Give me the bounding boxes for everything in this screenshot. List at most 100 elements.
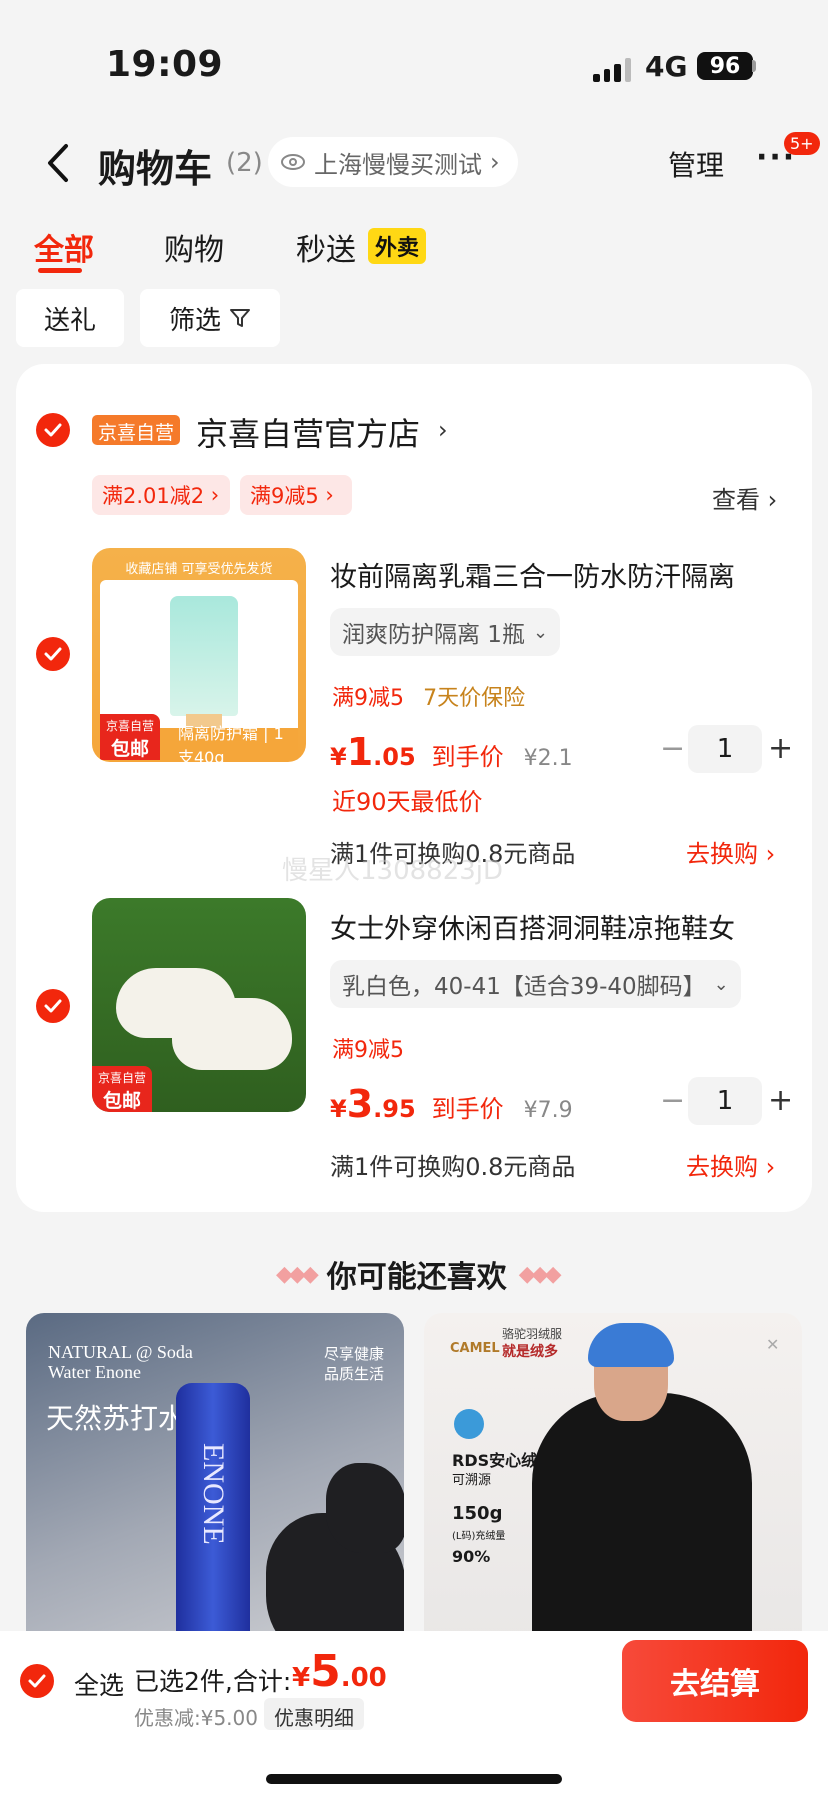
yen-symbol: ¥: [292, 1663, 311, 1693]
discount-detail-button[interactable]: 优惠明细: [264, 1698, 364, 1730]
price-decimal: .95: [373, 1095, 416, 1123]
tab-shopping[interactable]: 购物: [164, 225, 224, 269]
eye-icon: [281, 154, 305, 170]
product-name: 天然苏打水: [46, 1402, 187, 1435]
promo-row: 满9减5: [332, 1032, 404, 1064]
trace-label: 可溯源: [452, 1473, 492, 1488]
qty-increase-button[interactable]: +: [768, 731, 793, 766]
message-badge: 5+: [784, 132, 820, 155]
price-row: ¥ 3 .95 到手价 ¥7.9: [330, 1082, 573, 1126]
sku-selector[interactable]: 润爽防护隔离 1瓶 ⌄: [330, 608, 561, 656]
discount-amount: 优惠减:¥5.00: [134, 1706, 258, 1730]
product-checkbox[interactable]: [36, 637, 70, 671]
promo-tag[interactable]: 满2.01减2 ›: [92, 475, 230, 515]
promo-label: 满9减5: [250, 484, 319, 508]
image-banner-text: 收藏店铺 可享受优先发货: [125, 562, 273, 577]
total-price: ¥ 5 .00: [292, 1646, 387, 1697]
qty-input[interactable]: 1: [688, 725, 762, 773]
view-promos-link[interactable]: 查看 ›: [712, 480, 777, 515]
price-protect-tag: 7天价保险: [423, 686, 526, 711]
bottle-illustration: ENONE: [176, 1383, 250, 1643]
promo-tag[interactable]: 满9减5 ›: [240, 475, 352, 515]
cart-count: (2): [226, 148, 263, 178]
decor-icon: ◆◆◆: [276, 1261, 319, 1287]
tube-illustration: [170, 596, 238, 716]
qty-decrease-button[interactable]: −: [660, 731, 685, 766]
brand-logo: CAMEL: [450, 1341, 500, 1356]
home-indicator[interactable]: [266, 1774, 562, 1784]
network-type: 4G: [645, 50, 688, 83]
sku-label: 乳白色，40-41【适合39-40脚码】: [342, 974, 706, 1000]
takeout-badge: 外卖: [368, 228, 427, 264]
chevron-right-icon: ›: [490, 148, 500, 176]
sku-selector[interactable]: 乳白色，40-41【适合39-40脚码】 ⌄: [330, 960, 741, 1008]
sku-label: 润爽防护隔离 1瓶: [342, 622, 525, 648]
signal-icon: [593, 58, 631, 82]
tag-line-2: 包邮: [110, 738, 149, 760]
battery-icon: 96: [697, 52, 753, 80]
slogan-1: 尽享健康: [324, 1345, 385, 1363]
product-checkbox[interactable]: [36, 989, 70, 1023]
chevron-down-icon: ⌄: [532, 621, 549, 643]
total-integer: 5: [310, 1646, 341, 1697]
fill-weight: 150g: [452, 1503, 503, 1524]
tag-line-2: 包邮: [102, 1090, 141, 1112]
tag-line-1: 京喜自营: [97, 1071, 146, 1085]
fill-note: (L码)充绒量: [452, 1531, 506, 1542]
close-icon[interactable]: ✕: [766, 1335, 779, 1354]
store-name[interactable]: 京喜自营官方店: [196, 409, 420, 455]
total-decimal: .00: [340, 1663, 387, 1693]
original-price: ¥2.1: [523, 746, 573, 771]
self-operated-tag: 京喜自营 包邮: [100, 714, 160, 760]
tab-all[interactable]: 全部: [34, 225, 94, 269]
qty-decrease-button[interactable]: −: [660, 1083, 685, 1118]
shoe-right: [172, 998, 292, 1070]
promo-row: 满9减5 7天价保险: [332, 680, 525, 712]
qty-input[interactable]: 1: [688, 1077, 762, 1125]
view-label: 查看: [712, 486, 760, 514]
tag-line-1: 京喜自营: [105, 719, 154, 733]
price-integer: 3: [346, 1082, 374, 1126]
recommend-card[interactable]: NATURAL @ Soda Water Enone 天然苏打水 尽享健康 品质…: [26, 1313, 404, 1643]
swap-link[interactable]: 去换购 ›: [686, 1147, 775, 1182]
filter-button[interactable]: 筛选: [140, 289, 280, 347]
product-title[interactable]: 妆前隔离乳霜三合一防水防汗隔离: [330, 555, 735, 594]
rds-label: RDS安心绒: [452, 1451, 538, 1470]
price-label: 到手价: [431, 743, 504, 771]
bottle-label: ENONE: [197, 1443, 230, 1545]
brand-cn: 骆驼羽绒服: [502, 1327, 563, 1341]
tab-fast-delivery[interactable]: 秒送: [296, 225, 356, 269]
product-image[interactable]: 京喜自营 包邮: [92, 898, 306, 1112]
yen-symbol: ¥: [330, 1095, 347, 1123]
location-label: 上海慢慢买测试: [314, 150, 482, 179]
recommend-label: 你可能还喜欢: [326, 1260, 507, 1295]
qty-increase-button[interactable]: +: [768, 1083, 793, 1118]
discount-tag: 满9减5: [332, 686, 404, 711]
jacket-illustration: [532, 1393, 752, 1643]
low-price-note: 近90天最低价: [332, 788, 483, 816]
back-icon[interactable]: [40, 138, 80, 188]
product-image[interactable]: 收藏店铺 可享受优先发货 隔离防护霜 | 1支40g 京喜自营 包邮: [92, 548, 306, 762]
recommend-card[interactable]: CAMEL 骆驼羽绒服 就是绒多 ✕ RDS安心绒 可溯源 150g (L码)充…: [424, 1313, 802, 1643]
self-operated-tag: 京喜自营 包邮: [92, 1066, 152, 1112]
selected-summary: 已选2件,合计:: [134, 1667, 292, 1696]
select-all-checkbox[interactable]: [20, 1664, 54, 1698]
chevron-down-icon: ⌄: [713, 973, 729, 995]
product-title[interactable]: 女士外穿休闲百搭洞洞鞋凉拖鞋女: [330, 907, 735, 946]
status-time: 19:09: [106, 44, 224, 85]
checkout-button[interactable]: 去结算: [622, 1640, 808, 1722]
location-selector[interactable]: 上海慢慢买测试 ›: [268, 137, 518, 187]
slogan-2: 品质生活: [324, 1365, 385, 1383]
funnel-icon: [230, 309, 250, 327]
price-row: ¥ 1 .05 到手价 ¥2.1: [330, 730, 573, 774]
select-all-label[interactable]: 全选: [74, 1666, 124, 1702]
chevron-right-icon[interactable]: ›: [438, 416, 448, 444]
recommend-title: ◆◆◆ 你可能还喜欢 ◆◆◆: [276, 1252, 562, 1296]
store-checkbox[interactable]: [36, 413, 70, 447]
swap-link[interactable]: 去换购 ›: [686, 834, 775, 869]
model-hat: [588, 1323, 674, 1367]
gift-filter-button[interactable]: 送礼: [16, 289, 124, 347]
filter-label: 筛选: [168, 305, 221, 336]
promo-label: 满2.01减2: [102, 484, 205, 508]
manage-button[interactable]: 管理: [668, 144, 724, 184]
